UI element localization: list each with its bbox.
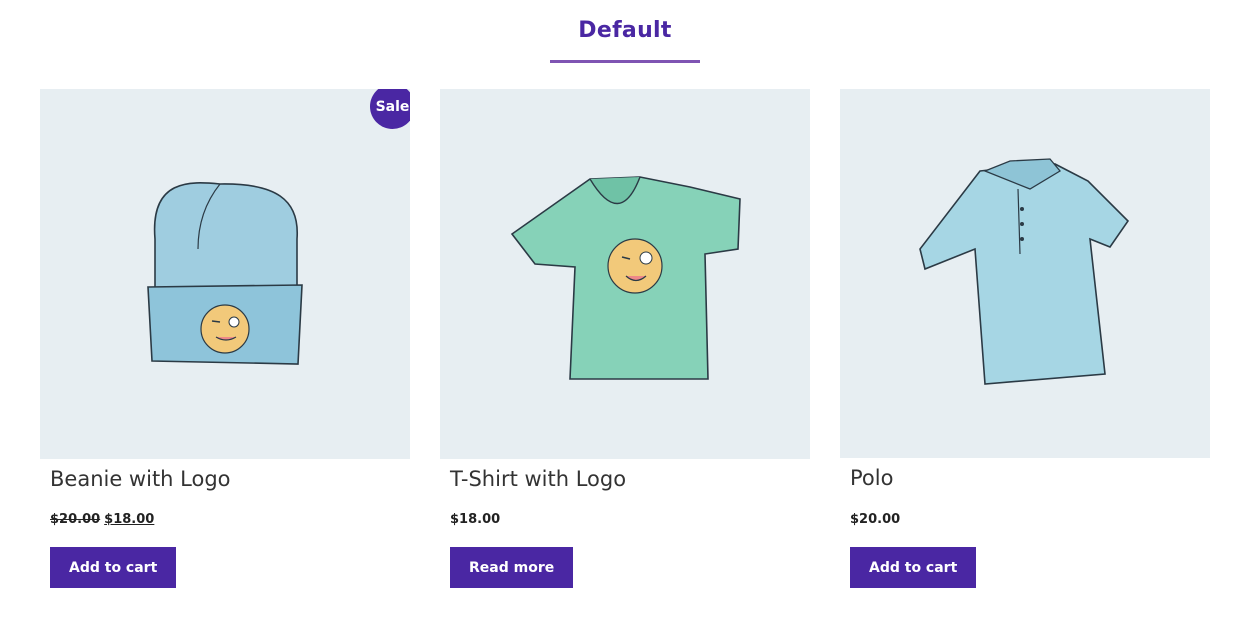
product-image[interactable] <box>440 89 810 459</box>
tshirt-icon <box>510 176 741 380</box>
beanie-icon <box>147 182 303 365</box>
product-card: Polo $20.00 Add to cart <box>840 89 1210 588</box>
tab-underline <box>550 60 700 63</box>
product-card: Sale Beanie with Logo $20.00 $18.00 Add t… <box>40 89 410 588</box>
product-image[interactable]: Sale <box>40 89 410 459</box>
add-to-cart-button[interactable]: Add to cart <box>850 547 977 588</box>
product-title[interactable]: Polo <box>850 466 893 490</box>
product-image[interactable] <box>840 89 1210 458</box>
product-card: T-Shirt with Logo $18.00 Read more <box>440 89 810 588</box>
tab-header[interactable]: Default <box>550 14 700 63</box>
regular-price: $20.00 <box>50 512 101 527</box>
sale-price: $18.00 <box>104 512 155 527</box>
product-title[interactable]: T-Shirt with Logo <box>450 467 626 491</box>
product-price: $20.00 <box>850 512 901 527</box>
polo-icon <box>919 158 1130 385</box>
read-more-button[interactable]: Read more <box>450 547 574 588</box>
add-to-cart-button[interactable]: Add to cart <box>50 547 177 588</box>
tab-default[interactable]: Default <box>550 14 700 48</box>
product-price: $18.00 <box>450 512 501 527</box>
product-title[interactable]: Beanie with Logo <box>50 467 231 491</box>
product-price: $20.00 $18.00 <box>50 512 154 527</box>
